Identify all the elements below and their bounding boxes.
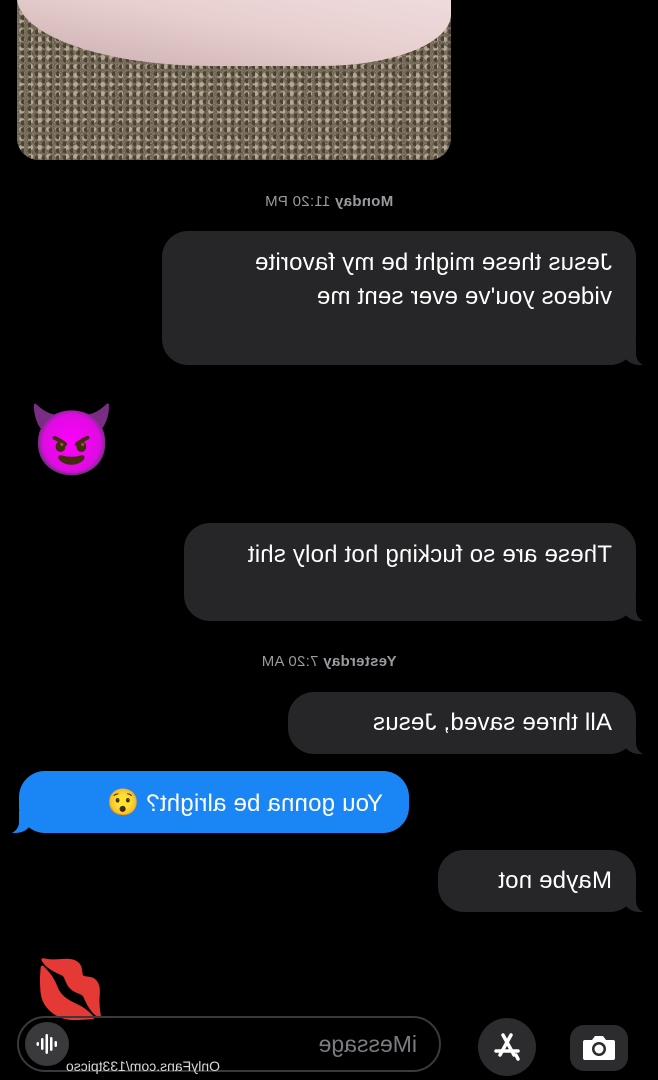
timestamp-yesterday: Yesterday 7:20 AM [0, 653, 658, 670]
astonished-emoji: 😯 [106, 787, 140, 817]
camera-button[interactable] [570, 1025, 628, 1071]
message-text: These are so fucking hot holy shit [247, 541, 612, 568]
camera-icon [583, 1036, 615, 1060]
app-store-icon [494, 1033, 520, 1061]
emoji-glyph: 😈 [27, 401, 115, 479]
messages-screen: Monday 11:20 PM Jesus these might be my … [0, 0, 658, 1080]
message-text: Jesus these might be my favorite videos … [254, 249, 612, 310]
sent-message-1[interactable]: You gonna be alright? 😯 [19, 771, 409, 833]
emoji-glyph: 💋 [33, 957, 106, 1022]
received-message-2[interactable]: These are so fucking hot holy shit [184, 523, 636, 621]
timestamp-time: 7:20 AM [261, 653, 319, 670]
photo-attachment[interactable] [17, 0, 451, 160]
message-text: All three saved, Jesus [372, 709, 612, 736]
received-message-4[interactable]: Maybe not [438, 850, 636, 912]
audio-message-button[interactable] [25, 1022, 69, 1066]
timestamp-time: 11:20 PM [264, 193, 331, 210]
timestamp-monday: Monday 11:20 PM [0, 193, 658, 210]
message-text: You gonna be alright? [146, 790, 383, 817]
devil-emoji[interactable]: 😈 [28, 400, 115, 480]
input-placeholder: iMessage [318, 1031, 417, 1057]
watermark: OnlyFans.com/133tpicso [65, 1058, 220, 1074]
message-text: Maybe not [498, 867, 612, 894]
received-message-3[interactable]: All three saved, Jesus [288, 692, 636, 754]
app-store-button[interactable] [478, 1018, 536, 1076]
timestamp-day: Yesterday [323, 653, 397, 670]
timestamp-day: Monday [334, 193, 394, 210]
audio-waveform-icon [36, 1034, 57, 1054]
received-message-1[interactable]: Jesus these might be my favorite videos … [162, 231, 636, 365]
